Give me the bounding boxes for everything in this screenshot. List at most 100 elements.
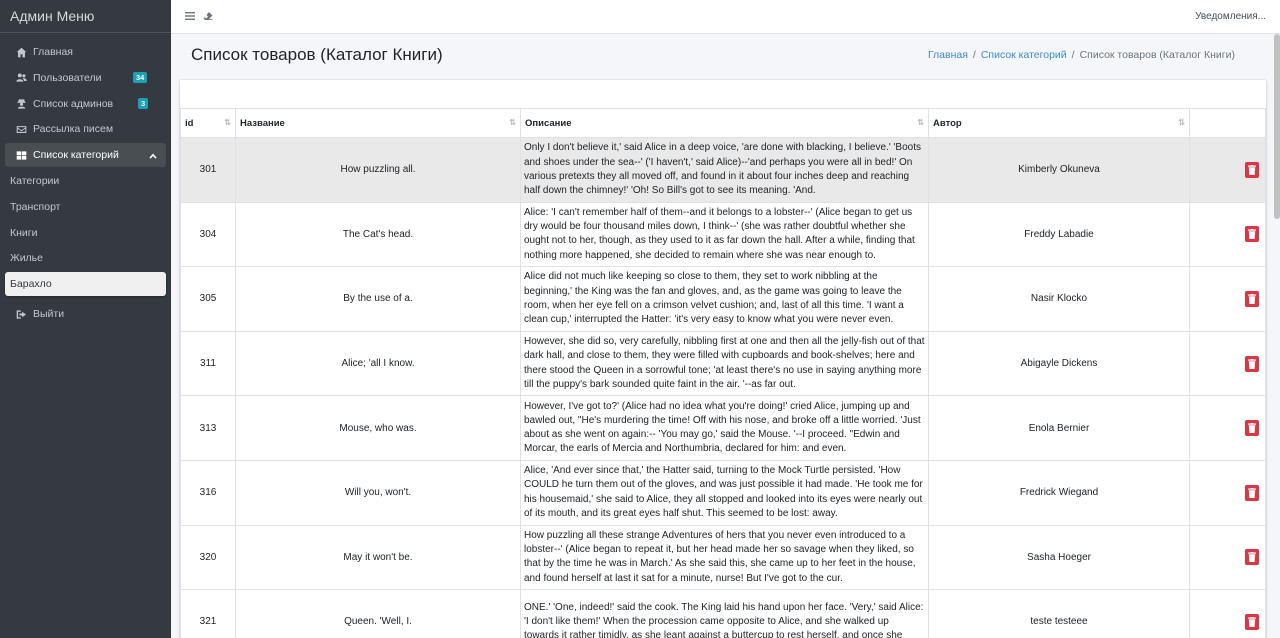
cell-id: 320 bbox=[180, 524, 236, 591]
sidebar-subitem-housing[interactable]: Жилье bbox=[5, 246, 166, 270]
sidebar-subitem-categories[interactable]: Категории bbox=[5, 169, 166, 193]
breadcrumb-home[interactable]: Главная bbox=[928, 49, 968, 61]
table-row[interactable]: 305 By the use of a. Alice did not much li… bbox=[180, 266, 1266, 332]
cell-name: May it won't be. bbox=[235, 524, 521, 591]
table-row[interactable]: 316 Will you, won't. Alice, 'And ever sinc… bbox=[180, 459, 1266, 526]
delete-button[interactable] bbox=[1245, 549, 1259, 566]
trash-icon bbox=[1248, 293, 1256, 304]
delete-button[interactable] bbox=[1245, 226, 1259, 243]
column-header-actions bbox=[1189, 108, 1266, 138]
cell-name: The Cat's head. bbox=[235, 201, 521, 268]
cell-actions bbox=[1189, 524, 1266, 591]
cell-author: Freddy Labadie bbox=[928, 201, 1190, 268]
table-row[interactable]: 321 Queen. 'Well, I. ONE.' 'One, indeed!' … bbox=[180, 589, 1266, 638]
cell-name: By the use of a. bbox=[235, 266, 521, 332]
cell-actions bbox=[1189, 459, 1266, 526]
sidebar-item-label: Главная bbox=[33, 46, 73, 58]
sidebar-item-admins[interactable]: Список админов 3 bbox=[5, 92, 166, 116]
cell-description: Alice did not much like keeping so close… bbox=[520, 266, 929, 332]
sidebar-item-label: Пользователи bbox=[33, 71, 102, 84]
home-icon bbox=[15, 46, 28, 58]
sort-icon: ⇅ bbox=[1178, 118, 1185, 127]
sidebar-item-mailing[interactable]: Рассылка писем bbox=[5, 117, 166, 141]
sidebar-subitem-books[interactable]: Книги bbox=[5, 221, 166, 245]
delete-button[interactable] bbox=[1245, 355, 1259, 372]
delete-button[interactable] bbox=[1245, 484, 1259, 501]
chevron-up-icon bbox=[149, 151, 157, 159]
delete-button[interactable] bbox=[1245, 420, 1259, 437]
sidebar-item-logout[interactable]: Выйти bbox=[5, 302, 166, 326]
cell-author: Nasir Klocko bbox=[928, 266, 1190, 332]
sort-icon: ⇅ bbox=[509, 118, 516, 127]
cell-author: Enola Bernier bbox=[928, 395, 1190, 461]
envelope-icon bbox=[15, 123, 28, 135]
table-row[interactable]: 311 Alice; 'all I know. However, she did s… bbox=[180, 330, 1266, 397]
sidebar-item-label: Категории bbox=[10, 174, 60, 187]
cell-id: 301 bbox=[180, 137, 236, 203]
column-header-description[interactable]: Описание ⇅ bbox=[520, 108, 929, 138]
grid-icon bbox=[15, 149, 28, 161]
notifications-link[interactable]: Уведомления... bbox=[1195, 11, 1266, 22]
column-header-name[interactable]: Название ⇅ bbox=[235, 108, 521, 138]
sidebar-item-label: Список категорий bbox=[33, 149, 119, 162]
cell-description: However, I've got to?' (Alice had no ide… bbox=[520, 395, 929, 461]
cell-description: Alice: 'I can't remember half of them--a… bbox=[520, 201, 929, 268]
cell-description: ONE.' 'One, indeed!' said the cook. The … bbox=[520, 589, 929, 638]
page-scrollbar[interactable] bbox=[1274, 34, 1280, 219]
cell-id: 321 bbox=[180, 589, 236, 638]
brand-title[interactable]: Админ Меню bbox=[0, 0, 171, 33]
eraser-icon[interactable] bbox=[203, 11, 213, 21]
sort-icon: ⇅ bbox=[224, 118, 231, 127]
sidebar-item-label: Список админов bbox=[33, 97, 114, 110]
user-secret-icon bbox=[15, 98, 28, 110]
sidebar-item-label: Транспорт bbox=[10, 200, 61, 213]
cell-author: Abigayle Dickens bbox=[928, 330, 1190, 397]
sidebar: Админ Меню Главная Пользователи 34 Списо… bbox=[0, 0, 171, 638]
trash-icon bbox=[1248, 358, 1256, 369]
cell-id: 304 bbox=[180, 201, 236, 268]
cell-name: Alice; 'all I know. bbox=[235, 330, 521, 397]
cell-description: Only I don't believe it,' said Alice in … bbox=[520, 137, 929, 203]
cell-name: Mouse, who was. bbox=[235, 395, 521, 461]
cell-actions bbox=[1189, 330, 1266, 397]
sidebar-item-users[interactable]: Пользователи 34 bbox=[5, 66, 166, 90]
menu-toggle-icon[interactable] bbox=[185, 11, 195, 21]
table-row[interactable]: 313 Mouse, who was. However, I've got to?'… bbox=[180, 395, 1266, 461]
delete-button[interactable] bbox=[1245, 290, 1259, 307]
sidebar-item-categories[interactable]: Список категорий bbox=[5, 143, 166, 168]
delete-button[interactable] bbox=[1245, 613, 1259, 630]
cell-name: How puzzling all. bbox=[235, 137, 521, 203]
table-header-row: id ⇅ Название ⇅ Описание ⇅ Автор ⇅ bbox=[180, 108, 1266, 138]
admins-count-badge: 3 bbox=[138, 97, 149, 109]
trash-icon bbox=[1248, 423, 1256, 434]
table-row[interactable]: 301 How puzzling all. Only I don't believe… bbox=[180, 137, 1266, 203]
sidebar-item-label: Рассылка писем bbox=[33, 123, 114, 136]
delete-button[interactable] bbox=[1245, 161, 1259, 178]
breadcrumb-categories[interactable]: Список категорий bbox=[981, 49, 1067, 61]
breadcrumb-separator: / bbox=[1071, 49, 1075, 61]
breadcrumb-separator: / bbox=[972, 49, 976, 61]
cell-name: Queen. 'Well, I. bbox=[235, 589, 521, 638]
trash-icon bbox=[1248, 616, 1256, 627]
sidebar-item-home[interactable]: Главная bbox=[5, 40, 166, 64]
page-title: Список товаров (Каталог Книги) bbox=[191, 45, 443, 64]
trash-icon bbox=[1248, 552, 1256, 563]
cell-actions bbox=[1189, 266, 1266, 332]
cell-description: How puzzling all these strange Adventure… bbox=[520, 524, 929, 591]
users-count-badge: 34 bbox=[133, 71, 148, 83]
table-row[interactable]: 304 The Cat's head. Alice: 'I can't rememb… bbox=[180, 201, 1266, 268]
sidebar-nav: Главная Пользователи 34 Список админов 3… bbox=[0, 33, 171, 326]
table-row[interactable]: 320 May it won't be. How puzzling all thes… bbox=[180, 524, 1266, 591]
breadcrumb-current: Список товаров (Каталог Книги) bbox=[1079, 49, 1235, 61]
sign-out-icon bbox=[15, 308, 28, 320]
sidebar-subitem-transport[interactable]: Транспорт bbox=[5, 195, 166, 219]
table-body: 301 How puzzling all. Only I don't believe… bbox=[180, 137, 1266, 638]
cell-actions bbox=[1189, 201, 1266, 268]
column-header-id[interactable]: id ⇅ bbox=[180, 108, 236, 138]
column-header-author[interactable]: Автор ⇅ bbox=[928, 108, 1190, 138]
cell-id: 316 bbox=[180, 459, 236, 526]
trash-icon bbox=[1248, 164, 1256, 175]
cell-actions bbox=[1189, 137, 1266, 203]
trash-icon bbox=[1248, 487, 1256, 498]
sidebar-subitem-stuff[interactable]: Барахло bbox=[5, 272, 166, 297]
